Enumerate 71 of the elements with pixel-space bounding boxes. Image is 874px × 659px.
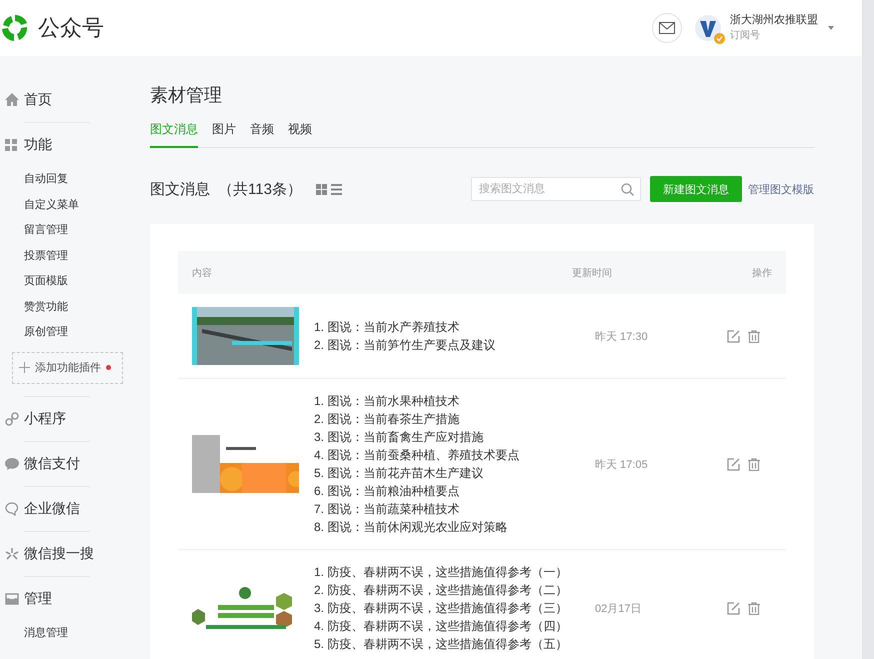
article-title[interactable]: 8. 图说：当前休闲观光农业应对策略 — [314, 518, 595, 536]
nav-item[interactable]: 微信支付 — [0, 442, 140, 486]
caret-icon — [828, 26, 834, 30]
article-title[interactable]: 1. 防疫、春耕两不误，这些措施值得参考（一） — [314, 563, 595, 581]
tab[interactable]: 视频 — [288, 121, 312, 148]
nav-item[interactable]: 管理 — [0, 576, 140, 620]
trash-icon — [748, 602, 760, 614]
item-count: （共113条） — [218, 180, 302, 198]
article-title[interactable]: 4. 防疫、春耕两不误，这些措施值得参考（四） — [314, 617, 595, 635]
nav-subitem[interactable]: 赞赏功能 — [0, 294, 140, 320]
nav-item[interactable]: 微信搜一搜 — [0, 532, 140, 576]
article-title[interactable]: 2. 图说：当前笋竹生产要点及建议 — [314, 336, 595, 354]
add-plugin-button[interactable]: 添加功能插件 — [12, 352, 123, 384]
tab[interactable]: 音频 — [250, 121, 274, 148]
nav-subitem[interactable]: 投票管理 — [0, 244, 140, 269]
article-title[interactable]: 7. 图说：当前蔬菜种植技术 — [314, 500, 595, 518]
nav-item[interactable]: 功能 — [0, 123, 140, 167]
nav-item[interactable]: 首页 — [0, 78, 140, 122]
mail-button[interactable] — [652, 13, 682, 43]
update-time: 昨天 17:05 — [595, 458, 649, 472]
nav-subitem[interactable]: 原创管理 — [0, 320, 140, 346]
edit-button[interactable] — [727, 330, 740, 342]
account-name[interactable]: 浙大湖州农推联盟 — [730, 13, 818, 28]
column-header: 更新时间 — [572, 266, 613, 280]
article-title[interactable]: 2. 防疫、春耕两不误，这些措施值得参考（二） — [314, 581, 595, 599]
nav-item[interactable]: 小程序 — [0, 396, 140, 440]
nav-subitem[interactable]: 自动回复 — [0, 167, 140, 192]
nav-subitem[interactable]: 自定义菜单 — [0, 192, 140, 218]
edit-button[interactable] — [727, 602, 740, 614]
list-view-button[interactable] — [328, 184, 344, 194]
trash-icon — [748, 330, 760, 342]
trash-icon — [748, 458, 760, 470]
tab[interactable]: 图片 — [212, 121, 236, 148]
search-field[interactable]: 搜索图文消息 — [471, 177, 641, 201]
edit-icon — [727, 458, 740, 470]
article-title[interactable]: 3. 防疫、春耕两不误，这些措施值得参考（三） — [314, 599, 595, 617]
column-header: 内容 — [192, 266, 213, 280]
page-title: 素材管理 — [150, 84, 223, 107]
nav-subitem[interactable]: 页面模版 — [0, 269, 140, 294]
plus-icon — [19, 362, 30, 373]
edit-icon — [727, 602, 740, 614]
article-title[interactable]: 2. 图说：当前春茶生产措施 — [314, 410, 595, 428]
grid-icon — [316, 184, 327, 194]
article-title[interactable]: 4. 图说：当前蚕桑种植、养殖技术要点 — [314, 446, 595, 464]
list-icon — [330, 184, 342, 194]
delete-button[interactable] — [748, 602, 760, 614]
nav-item[interactable]: 企业微信 — [0, 486, 140, 530]
list-title: 图文消息 — [150, 180, 210, 198]
account-type: 订阅号 — [730, 29, 761, 43]
update-time: 02月17日 — [595, 602, 642, 616]
article-title[interactable]: 6. 图说：当前粮油种植要点 — [314, 482, 595, 500]
nav-subitem[interactable]: 消息管理 — [0, 620, 140, 646]
delete-button[interactable] — [748, 330, 760, 342]
article-title[interactable]: 5. 图说：当前花卉苗木生产建议 — [314, 464, 595, 482]
column-header: 操作 — [751, 266, 772, 280]
avatar-icon — [694, 14, 722, 42]
grid-view-button[interactable] — [314, 184, 329, 194]
edit-icon — [727, 330, 740, 342]
template-link[interactable]: 管理图文模版 — [748, 182, 814, 196]
search-icon — [621, 183, 634, 196]
article-title[interactable]: 1. 图说：当前水果种植技术 — [314, 392, 595, 410]
brand-title: 公众号 — [38, 14, 104, 42]
nav-subitem[interactable]: 留言管理 — [0, 218, 140, 244]
logo-icon — [0, 13, 30, 43]
article-title[interactable]: 3. 图说：当前畜禽生产应对措施 — [314, 428, 595, 446]
delete-button[interactable] — [748, 458, 760, 470]
article-title[interactable]: 5. 防疫、春耕两不误，这些措施值得参考（五） — [314, 635, 595, 653]
edit-button[interactable] — [727, 458, 740, 470]
update-time: 昨天 17:30 — [595, 330, 649, 344]
article-title[interactable]: 1. 图说：当前水产养殖技术 — [314, 318, 595, 336]
mail-icon — [659, 22, 675, 34]
